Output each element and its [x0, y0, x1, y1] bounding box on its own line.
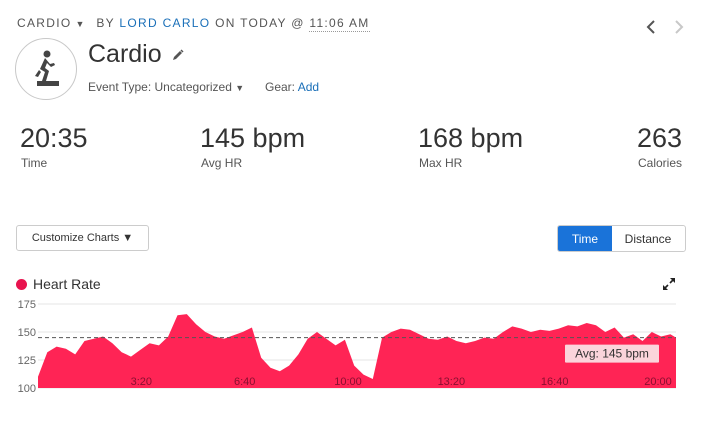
- caret-down-icon: ▼: [235, 83, 245, 93]
- activity-avatar: [15, 38, 77, 100]
- stat-time-label: Time: [21, 156, 48, 170]
- x-tick-label: 6:40: [234, 376, 255, 388]
- stat-max-hr-label: Max HR: [419, 156, 463, 170]
- toggle-time[interactable]: Time: [558, 226, 612, 251]
- gear-label: Gear:: [265, 80, 296, 94]
- gear-field: Gear: Add: [265, 80, 319, 94]
- by-text: BY: [96, 16, 115, 30]
- y-tick-label: 150: [18, 327, 36, 339]
- y-tick-label: 125: [18, 355, 36, 367]
- time-distance-toggle: Time Distance: [557, 225, 686, 252]
- heart-rate-chart[interactable]: 100 125 150 175 Avg: 145 bpm 3:20 6:40 10:00 1…: [0, 295, 704, 395]
- heart-rate-legend-dot: [16, 279, 27, 290]
- activity-type-dropdown[interactable]: CARDIO ▼: [17, 16, 92, 30]
- activity-title: Cardio: [88, 40, 162, 68]
- author-link[interactable]: LORD CARLO: [119, 16, 210, 30]
- event-type-value: Uncategorized: [154, 80, 232, 94]
- stat-avg-hr-label: Avg HR: [201, 156, 243, 170]
- stat-max-hr-value: 168 bpm: [418, 123, 524, 153]
- person-activity-icon: [35, 50, 59, 86]
- pencil-icon[interactable]: [172, 48, 184, 66]
- y-tick-label: 175: [18, 299, 36, 311]
- chevron-right-icon[interactable]: [673, 18, 685, 42]
- gear-add-link[interactable]: Add: [298, 80, 319, 94]
- average-label: Avg: 145 bpm: [575, 347, 649, 361]
- customize-charts-button[interactable]: Customize Charts ▼: [16, 225, 149, 251]
- x-tick-label: 3:20: [131, 376, 152, 388]
- x-tick-label: 16:40: [541, 376, 569, 388]
- event-type-selector[interactable]: Event Type: Uncategorized ▼: [88, 80, 244, 94]
- expand-icon[interactable]: [662, 277, 676, 296]
- chart-title: Heart Rate: [33, 276, 101, 292]
- on-text: ON TODAY @: [215, 16, 305, 30]
- toggle-distance[interactable]: Distance: [612, 226, 684, 251]
- x-tick-label: 13:20: [438, 376, 466, 388]
- x-tick-label: 10:00: [334, 376, 362, 388]
- x-tick-label: 20:00: [644, 376, 672, 388]
- stat-avg-hr-value: 145 bpm: [200, 123, 306, 153]
- activity-type-label: CARDIO: [17, 16, 72, 30]
- stat-time-value: 20:35: [20, 123, 88, 153]
- chevron-left-icon[interactable]: [645, 18, 657, 42]
- activity-header-line: CARDIO ▼ BY LORD CARLO ON TODAY @ 11:06 A…: [17, 16, 370, 32]
- y-tick-label: 100: [18, 383, 36, 395]
- event-type-label: Event Type:: [88, 80, 152, 94]
- stat-calories-value: 263: [636, 123, 682, 153]
- caret-down-icon: ▼: [75, 19, 86, 29]
- stat-calories-label: Calories: [637, 156, 682, 170]
- activity-time[interactable]: 11:06 AM: [309, 16, 370, 32]
